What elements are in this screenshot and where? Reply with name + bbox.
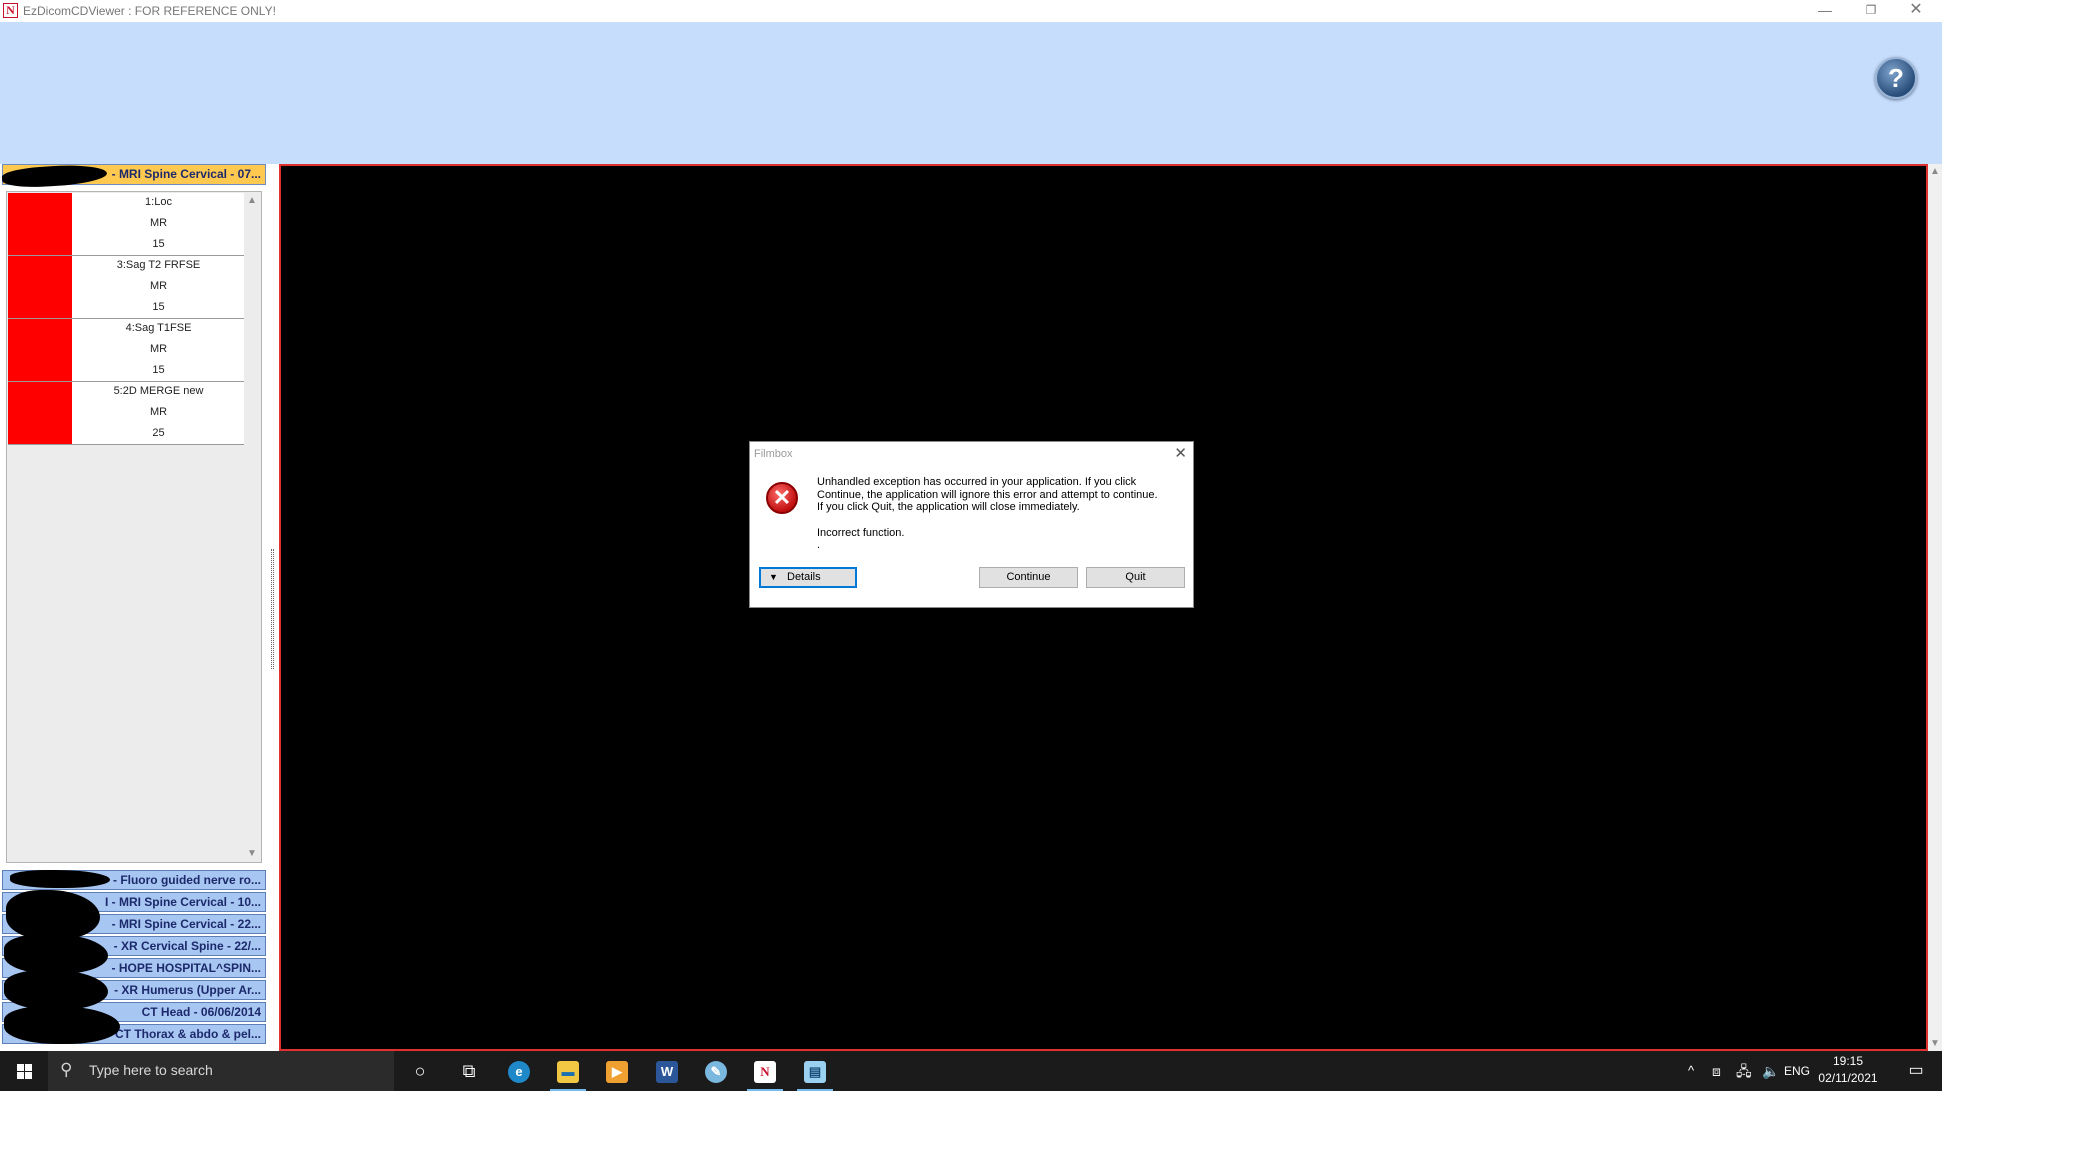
help-button[interactable]: ?: [1875, 57, 1917, 99]
language-indicator[interactable]: ENG: [1784, 1051, 1810, 1091]
media-player-icon[interactable]: ▶: [594, 1051, 640, 1091]
series-thumbnail: [8, 193, 72, 255]
details-button-label: Details: [787, 571, 821, 583]
series-image-count: 15: [152, 364, 165, 376]
splitter-grip[interactable]: [271, 549, 274, 669]
study-tab-label: CT Thorax & abdo & pel...: [114, 1027, 261, 1041]
study-tab-label: CT Head - 06/06/2014: [141, 1005, 261, 1019]
series-image-count: 15: [152, 301, 165, 313]
close-window-button[interactable]: ✕: [1893, 0, 1939, 22]
network-icon[interactable]: 🖧: [1736, 1051, 1752, 1091]
series-thumbnail: [8, 256, 72, 318]
taskbar-search[interactable]: ⚲ Type here to search: [48, 1051, 394, 1091]
meet-now-icon[interactable]: ⧈: [1712, 1051, 1721, 1091]
word-icon[interactable]: W: [644, 1051, 690, 1091]
title-bar[interactable]: N EzDicomCDViewer : FOR REFERENCE ONLY! …: [0, 0, 1942, 22]
series-image-count: 15: [152, 238, 165, 250]
study-panel: - MRI Spine Cervical - 07... 1:Loc MR 15…: [0, 162, 268, 1051]
scroll-down-arrow[interactable]: ▼: [1928, 1038, 1942, 1049]
study-tab-label: I - MRI Spine Cervical - 10...: [104, 895, 261, 909]
taskbar: ⚲ Type here to search ○ ⧉ e ▬ ▶ W ✎ N ▤ …: [0, 1051, 1942, 1091]
ezdicom-app-icon: N: [3, 3, 18, 18]
clock-date: 02/11/2021: [1818, 1071, 1878, 1085]
study-tab-label: - Fluoro guided nerve ro...: [112, 873, 261, 887]
window-title: EzDicomCDViewer : FOR REFERENCE ONLY!: [23, 4, 276, 18]
error-icon: ✕: [766, 482, 798, 514]
series-modality: MR: [149, 406, 168, 418]
study-tab-label: - MRI Spine Cervical - 22...: [111, 917, 261, 931]
toolbar-band: ?: [0, 22, 1942, 164]
series-item[interactable]: 3:Sag T2 FRFSE MR 15: [8, 256, 245, 319]
search-placeholder: Type here to search: [89, 1062, 213, 1078]
scroll-up-arrow[interactable]: ▲: [244, 195, 260, 206]
redaction-mark: [4, 970, 108, 1010]
task-view-icon[interactable]: ⧉: [446, 1051, 492, 1091]
minimize-button[interactable]: —: [1802, 0, 1848, 22]
start-button[interactable]: [0, 1051, 48, 1091]
active-study-label: - MRI Spine Cervical - 07...: [111, 167, 261, 181]
taskbar-clock[interactable]: 19:15 02/11/2021: [1808, 1053, 1888, 1087]
app-window: N EzDicomCDViewer : FOR REFERENCE ONLY! …: [0, 0, 1942, 1091]
study-tab-label: - XR Cervical Spine - 22/...: [113, 939, 261, 953]
cortana-icon[interactable]: ○: [397, 1051, 443, 1091]
paint-icon[interactable]: ✎: [693, 1051, 739, 1091]
redaction-mark: [6, 890, 100, 940]
word-glyph: W: [656, 1061, 678, 1084]
error-dialog: Filmbox ✕ ✕ Unhandled exception has occu…: [749, 441, 1194, 608]
dialog-body: ✕ Unhandled exception has occurred in yo…: [750, 466, 1193, 607]
series-modality: MR: [149, 343, 168, 355]
error-detail-trail: .: [817, 539, 821, 551]
dialog-title: Filmbox: [754, 448, 793, 460]
series-image-count: 25: [152, 427, 165, 439]
tray-chevron-icon[interactable]: ^: [1688, 1051, 1694, 1091]
paint-glyph: ✎: [705, 1061, 727, 1084]
series-name: 3:Sag T2 FRFSE: [116, 259, 201, 271]
series-scrollbar[interactable]: ▲ ▼: [244, 193, 260, 861]
dialog-close-icon[interactable]: ✕: [1174, 444, 1187, 462]
study-tab-label: - XR Humerus (Upper Ar...: [114, 983, 261, 997]
filmbox-icon[interactable]: ▤: [792, 1051, 838, 1091]
filmbox-glyph: ▤: [804, 1061, 826, 1084]
series-list[interactable]: 1:Loc MR 15 3:Sag T2 FRFSE MR 15 4:Sag T…: [6, 191, 262, 863]
edge-icon[interactable]: e: [496, 1051, 542, 1091]
redaction-mark: [4, 1006, 120, 1044]
search-icon: ⚲: [60, 1060, 73, 1079]
redaction-mark: [4, 934, 108, 974]
error-detail: Incorrect function.: [817, 527, 905, 539]
dialog-title-bar[interactable]: Filmbox ✕: [750, 442, 1193, 466]
panel-splitter[interactable]: [268, 164, 277, 1051]
series-item[interactable]: 5:2D MERGE new MR 25: [8, 382, 245, 445]
file-explorer-icon[interactable]: ▬: [545, 1051, 591, 1091]
file-explorer-glyph: ▬: [557, 1061, 579, 1084]
volume-icon[interactable]: 🔈: [1762, 1051, 1779, 1091]
study-tab-label: - HOPE HOSPITAL^SPIN...: [111, 961, 261, 975]
scroll-up-arrow[interactable]: ▲: [1928, 166, 1942, 177]
windows-logo-icon: [17, 1064, 32, 1079]
series-item[interactable]: 4:Sag T1FSE MR 15: [8, 319, 245, 382]
edge-glyph: e: [508, 1061, 530, 1084]
media-player-glyph: ▶: [606, 1061, 628, 1084]
ezdicom-icon[interactable]: N: [742, 1051, 788, 1091]
error-message: Unhandled exception has occurred in your…: [817, 476, 1158, 513]
restore-button[interactable]: ❐: [1848, 0, 1894, 22]
viewer-scrollbar[interactable]: ▲ ▼: [1928, 164, 1942, 1051]
series-thumbnail: [8, 319, 72, 381]
clock-time: 19:15: [1832, 1054, 1864, 1068]
series-item[interactable]: 1:Loc MR 15: [8, 193, 245, 256]
series-name: 5:2D MERGE new: [113, 385, 204, 397]
series-thumbnail: [8, 382, 72, 444]
series-name: 4:Sag T1FSE: [125, 322, 192, 334]
redaction-mark: [10, 870, 110, 888]
details-button[interactable]: ▼ Details: [759, 567, 857, 588]
series-modality: MR: [149, 217, 168, 229]
chevron-down-icon: ▼: [769, 572, 778, 582]
ezdicom-glyph: N: [754, 1061, 776, 1084]
notifications-icon[interactable]: ▭: [1896, 1051, 1936, 1091]
scroll-down-arrow[interactable]: ▼: [244, 848, 260, 859]
series-name: 1:Loc: [145, 196, 172, 208]
quit-button[interactable]: Quit: [1086, 567, 1185, 588]
series-modality: MR: [149, 280, 168, 292]
continue-button[interactable]: Continue: [979, 567, 1078, 588]
